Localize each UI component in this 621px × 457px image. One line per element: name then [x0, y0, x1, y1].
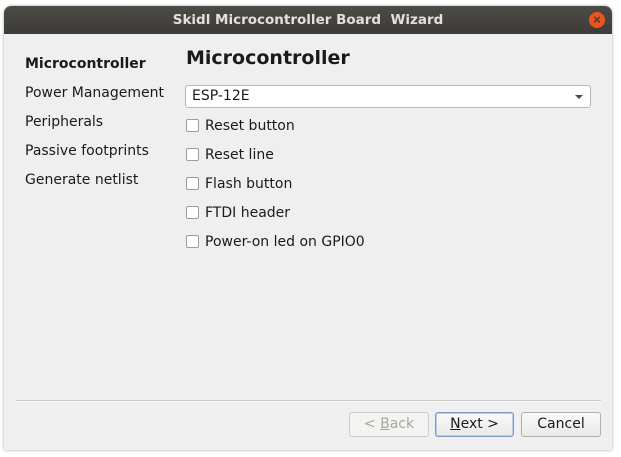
close-icon[interactable]: ×: [589, 12, 605, 28]
next-button[interactable]: Next >: [435, 412, 514, 437]
sidebar-item-generate-netlist: Generate netlist: [25, 172, 139, 188]
reset-button-label[interactable]: Reset button: [205, 117, 295, 135]
microcontroller-select-value: ESP-12E: [192, 88, 250, 104]
reset-line-checkbox[interactable]: [186, 148, 199, 161]
next-button-label: ext >: [460, 416, 499, 432]
flash-button-label[interactable]: Flash button: [205, 175, 292, 193]
wizard-window: Skidl Microcontroller Board Wizard × Mic…: [4, 6, 612, 450]
back-button-label: ack: [389, 416, 415, 432]
back-button-prefix: <: [363, 416, 381, 432]
page-title: Microcontroller: [186, 47, 350, 69]
next-button-mnemonic: N: [450, 416, 461, 432]
ftdi-header-label[interactable]: FTDI header: [205, 204, 290, 222]
sidebar-item-peripherals: Peripherals: [25, 114, 104, 130]
reset-line-label[interactable]: Reset line: [205, 146, 274, 164]
back-button[interactable]: < Back: [349, 412, 429, 437]
reset-button-checkbox[interactable]: [186, 119, 199, 132]
window-title: Skidl Microcontroller Board Wizard: [172, 12, 444, 28]
dropdown-arrow-icon: [575, 95, 583, 99]
sidebar-item-microcontroller: Microcontroller: [25, 56, 146, 72]
sidebar-item-passive-footprints: Passive footprints: [25, 143, 149, 159]
power-on-led-checkbox[interactable]: [186, 235, 199, 248]
flash-button-checkbox[interactable]: [186, 177, 199, 190]
button-separator: [16, 400, 601, 402]
microcontroller-select[interactable]: ESP-12E: [185, 85, 591, 108]
power-on-led-label[interactable]: Power-on led on GPIO0: [205, 233, 365, 251]
cancel-button[interactable]: Cancel: [521, 412, 601, 437]
title-bar[interactable]: Skidl Microcontroller Board Wizard ×: [4, 6, 612, 34]
sidebar-item-power-management: Power Management: [25, 85, 165, 101]
ftdi-header-checkbox[interactable]: [186, 206, 199, 219]
back-button-mnemonic: B: [380, 416, 390, 432]
